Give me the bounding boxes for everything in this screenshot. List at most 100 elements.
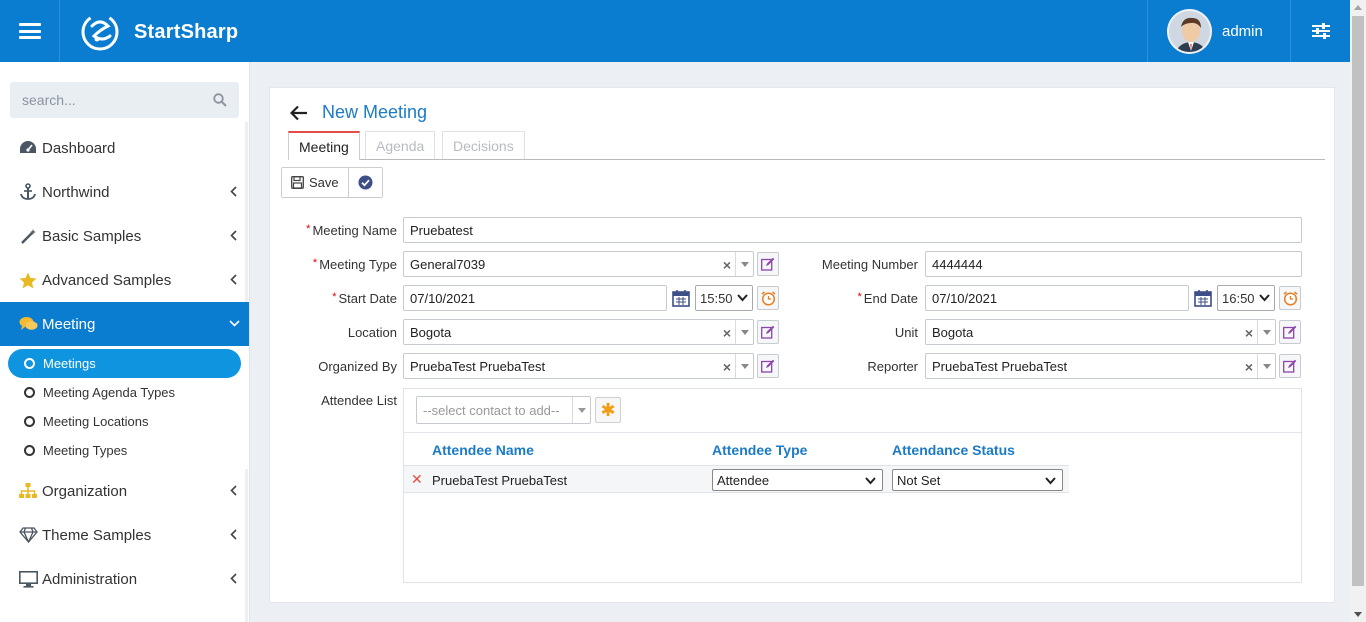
scrollbar-thumb[interactable]: [1352, 16, 1364, 586]
meeting-number-value: 4444444: [932, 256, 983, 272]
end-date-input[interactable]: 07/10/2021: [925, 285, 1189, 311]
search-icon[interactable]: [213, 93, 227, 107]
brand[interactable]: StartSharp: [80, 12, 238, 52]
magic-wand-icon: [18, 226, 38, 246]
sidebar-item-meeting-agenda-types[interactable]: Meeting Agenda Types: [8, 378, 241, 407]
end-time-select[interactable]: 16:50: [1217, 285, 1275, 311]
floppy-disk-icon: [291, 176, 304, 189]
sidebar-item-label: Basic Samples: [42, 227, 142, 245]
end-time-value: 16:50: [1222, 290, 1255, 306]
sidebar-item-label: Meeting Agenda Types: [43, 385, 176, 400]
unit-select[interactable]: Bogota ×: [925, 319, 1276, 345]
add-contact-button[interactable]: ✱: [595, 397, 621, 423]
edit-unit-button[interactable]: [1279, 320, 1301, 344]
dropdown-arrow-icon[interactable]: [735, 252, 753, 276]
sidebar-item-organization[interactable]: Organization: [0, 469, 249, 513]
sidebar-item-theme-samples[interactable]: Theme Samples: [0, 513, 249, 557]
start-date-picker-button[interactable]: [670, 286, 692, 310]
scroll-up-icon[interactable]: [1354, 5, 1362, 10]
meeting-number-input[interactable]: 4444444: [925, 251, 1302, 277]
dropdown-arrow-icon[interactable]: [1257, 354, 1275, 378]
organized-by-select[interactable]: PruebaTest PruebaTest ×: [403, 353, 754, 379]
sidebar-search[interactable]: [10, 82, 239, 118]
search-input[interactable]: [22, 92, 192, 108]
calendar-icon: [672, 290, 690, 307]
edit-organized-by-button[interactable]: [757, 354, 779, 378]
tab-label: Meeting: [299, 138, 349, 155]
edit-location-button[interactable]: [757, 320, 779, 344]
circle-icon: [24, 358, 35, 369]
contact-select[interactable]: --select contact to add--: [416, 396, 591, 424]
meeting-type-select[interactable]: General7039 ×: [403, 251, 754, 277]
dropdown-arrow-icon[interactable]: [1257, 320, 1275, 344]
location-label: Location: [347, 325, 397, 340]
tab-meeting[interactable]: Meeting: [288, 131, 360, 160]
sitemap-icon: [18, 481, 38, 501]
sidebar-item-label: Meeting Types: [43, 443, 128, 458]
sidebar-item-label: Northwind: [42, 183, 110, 201]
dropdown-arrow-icon[interactable]: [572, 397, 590, 423]
clear-icon[interactable]: ×: [1245, 325, 1253, 341]
dropdown-arrow-icon[interactable]: [735, 320, 753, 344]
circle-icon: [24, 445, 35, 456]
back-arrow-icon[interactable]: [290, 105, 308, 121]
sidebar-item-label: Meeting Locations: [43, 414, 149, 429]
location-select[interactable]: Bogota ×: [403, 319, 754, 345]
anchor-icon: [18, 182, 38, 202]
edit-meeting-type-button[interactable]: [757, 252, 779, 276]
settings-button[interactable]: [1290, 0, 1350, 62]
edit-reporter-button[interactable]: [1279, 354, 1301, 378]
meeting-type-label: * Meeting Type: [312, 257, 397, 272]
sidebar-item-northwind[interactable]: Northwind: [0, 170, 249, 214]
sidebar-item-meetings[interactable]: Meetings: [8, 349, 241, 378]
desktop-icon: [18, 569, 38, 589]
avatar: [1167, 8, 1212, 54]
apply-button[interactable]: [347, 168, 382, 197]
column-header-attendee-type[interactable]: Attendee Type: [712, 442, 807, 458]
sidebar-item-advanced-samples[interactable]: Advanced Samples: [0, 258, 249, 302]
clear-icon[interactable]: ×: [1245, 359, 1253, 375]
chevron-left-icon: [230, 274, 237, 285]
sidebar-item-meeting[interactable]: Meeting: [0, 302, 249, 346]
tab-agenda[interactable]: Agenda: [365, 131, 436, 159]
save-button[interactable]: Save: [282, 168, 348, 197]
save-label: Save: [309, 175, 339, 190]
alarm-clock-icon: [761, 290, 775, 306]
column-header-attendance-status[interactable]: Attendance Status: [892, 442, 1015, 458]
sliders-icon: [1311, 23, 1330, 39]
column-header-attendee-name[interactable]: Attendee Name: [432, 442, 534, 458]
scroll-down-icon[interactable]: [1354, 612, 1362, 617]
reporter-select[interactable]: PruebaTest PruebaTest ×: [925, 353, 1276, 379]
chevron-down-icon: [737, 294, 748, 302]
brand-name: StartSharp: [134, 20, 239, 43]
page-scrollbar[interactable]: [1350, 0, 1366, 622]
meeting-name-label: * Meeting Name: [306, 223, 397, 238]
start-date-input[interactable]: 07/10/2021: [403, 285, 667, 311]
circle-icon: [24, 416, 35, 427]
clear-icon[interactable]: ×: [723, 257, 731, 273]
user-menu[interactable]: admin: [1147, 0, 1290, 62]
sidebar-item-basic-samples[interactable]: Basic Samples: [0, 214, 249, 258]
start-time-now-button[interactable]: [757, 286, 779, 310]
start-time-select[interactable]: 15:50: [695, 285, 753, 311]
end-time-now-button[interactable]: [1279, 286, 1301, 310]
chevron-down-icon: [865, 477, 876, 485]
unit-label: Unit: [894, 325, 918, 340]
dropdown-arrow-icon[interactable]: [735, 354, 753, 378]
attendee-type-select[interactable]: Attendee: [712, 469, 883, 491]
end-date-picker-button[interactable]: [1192, 286, 1214, 310]
sidebar-item-administration[interactable]: Administration: [0, 557, 249, 601]
tab-decisions[interactable]: Decisions: [442, 131, 525, 159]
attendance-status-select[interactable]: Not Set: [892, 469, 1063, 491]
tab-label: Agenda: [376, 137, 425, 154]
chevron-left-icon: [230, 573, 237, 584]
sidebar-item-dashboard[interactable]: Dashboard: [0, 126, 249, 170]
clear-icon[interactable]: ×: [723, 325, 731, 341]
delete-row-icon[interactable]: ✕: [411, 471, 423, 488]
sidebar-toggle-button[interactable]: [0, 0, 60, 62]
sidebar-item-meeting-locations[interactable]: Meeting Locations: [8, 407, 241, 436]
meeting-name-input[interactable]: Pruebatest: [403, 217, 1302, 243]
meeting-name-value: Pruebatest: [410, 222, 473, 238]
clear-icon[interactable]: ×: [723, 359, 731, 375]
sidebar-item-meeting-types[interactable]: Meeting Types: [8, 436, 241, 465]
